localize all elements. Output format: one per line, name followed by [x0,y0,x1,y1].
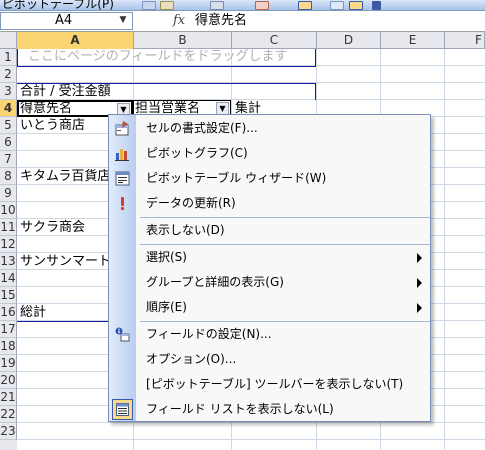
grand-total-label: 総計 [20,305,47,320]
toolbar-show-detail-icon[interactable] [330,1,344,10]
menu-pivot-wizard[interactable]: ピボットテーブル ウィザード(W) [109,167,430,191]
field-list-icon [116,403,129,416]
row-header[interactable]: 14 [0,270,17,287]
column-header-f[interactable]: F [445,32,485,49]
menu-select[interactable]: 選択(S) [109,246,430,270]
row-header[interactable]: 15 [0,287,17,304]
row-header[interactable]: 23 [0,423,17,440]
select-all-corner[interactable] [0,32,17,49]
context-menu: セルの書式設定(F)... ピボットグラフ(C) ピボットテーブル ウィザード(… [108,114,431,422]
column-header-d[interactable]: D [317,32,381,49]
page-field-drop-zone[interactable]: ここにページのフィールドをドラッグします [17,49,316,67]
row-header[interactable]: 20 [0,372,17,389]
toolbar-format-icon[interactable] [142,1,156,10]
row-header[interactable]: 5 [0,117,17,134]
menu-separator [140,217,430,218]
name-box[interactable]: A4 [0,12,133,30]
row-header[interactable]: 22 [0,406,17,423]
column-header-b[interactable]: B [134,32,232,49]
row-header[interactable]: 16 [0,304,17,321]
customer-item: サクラ商会 [20,220,86,235]
pivot-toolbar: ピボットテーブル(P) [0,0,485,11]
submenu-arrow-icon [417,253,422,263]
function-icon[interactable]: fx [173,13,185,28]
menu-separator [140,321,430,322]
format-cells-icon [114,120,131,137]
row-header[interactable]: 3 [0,83,17,100]
menu-order[interactable]: 順序(E) [109,296,430,320]
row-header[interactable]: 11 [0,219,17,236]
submenu-arrow-icon [417,303,422,313]
row-header[interactable]: 8 [0,168,17,185]
column-headers: A B C D E F [0,32,485,49]
menu-hide[interactable]: 表示しない(D) [109,219,430,243]
row-header[interactable]: 7 [0,151,17,168]
customer-item: サンサンマート [20,254,112,269]
column-header-a[interactable]: A [17,32,134,49]
drop-zone-hint: ここにページのフィールドをドラッグします [28,49,288,64]
toolbar-field-list-icon[interactable] [349,1,363,10]
toolbar-wizard-icon[interactable] [210,1,224,10]
menu-field-settings[interactable]: フィールドの設定(N)... [109,323,430,347]
row-header[interactable]: 10 [0,202,17,219]
menu-options[interactable]: オプション(O)... [109,348,430,372]
menu-pivot-chart[interactable]: ピボットグラフ(C) [109,142,430,166]
row-header[interactable]: 17 [0,321,17,338]
row-header[interactable]: 2 [0,66,17,83]
column-header-c[interactable]: C [232,32,317,49]
row-header[interactable]: 13 [0,253,17,270]
column-header-e[interactable]: E [381,32,445,49]
formula-input[interactable]: 得意先名 [195,12,485,30]
submenu-arrow-icon [417,278,422,288]
row-header[interactable]: 6 [0,134,17,151]
menu-hide-pivot-toolbar[interactable]: [ピボットテーブル] ツールバーを表示しない(T) [109,373,430,397]
toolbar-options-icon[interactable] [372,1,381,10]
row-header[interactable]: 18 [0,338,17,355]
field-settings-icon [114,326,131,343]
row-header[interactable]: 4 [0,100,17,117]
menu-separator [140,244,430,245]
refresh-data-icon [114,195,131,212]
menu-format-cells[interactable]: セルの書式設定(F)... [109,117,430,141]
pivot-wizard-icon [114,170,131,187]
row-headers: 1 2 3 4 5 6 7 8 9 10 11 12 13 14 15 16 1… [0,49,17,450]
customer-item: いとう商店 [20,118,86,133]
data-field-label: 合計 / 受注金額 [20,84,111,99]
row-header[interactable]: 1 [0,49,17,66]
row-header[interactable]: 9 [0,185,17,202]
toolbar-chart-icon[interactable] [160,1,174,10]
toolbar-refresh-icon[interactable] [255,1,269,10]
formula-bar: A4 ▼ fx 得意先名 [0,11,485,32]
row-header[interactable]: 12 [0,236,17,253]
menu-refresh-data[interactable]: データの更新(R) [109,192,430,216]
chevron-down-icon[interactable]: ▼ [116,14,130,27]
pivot-table-menu[interactable]: ピボットテーブル(P) [2,0,114,10]
row-header[interactable]: 19 [0,355,17,372]
row-header[interactable]: 21 [0,389,17,406]
toolbar-field-settings-icon[interactable] [298,1,312,10]
menu-hide-field-list[interactable]: フィールド リストを表示しない(L) [109,398,430,422]
row-field-customer-label: 得意先名 [20,101,73,116]
pivot-chart-icon [114,145,131,162]
menu-group-and-outline[interactable]: グループと詳細の表示(G) [109,271,430,295]
